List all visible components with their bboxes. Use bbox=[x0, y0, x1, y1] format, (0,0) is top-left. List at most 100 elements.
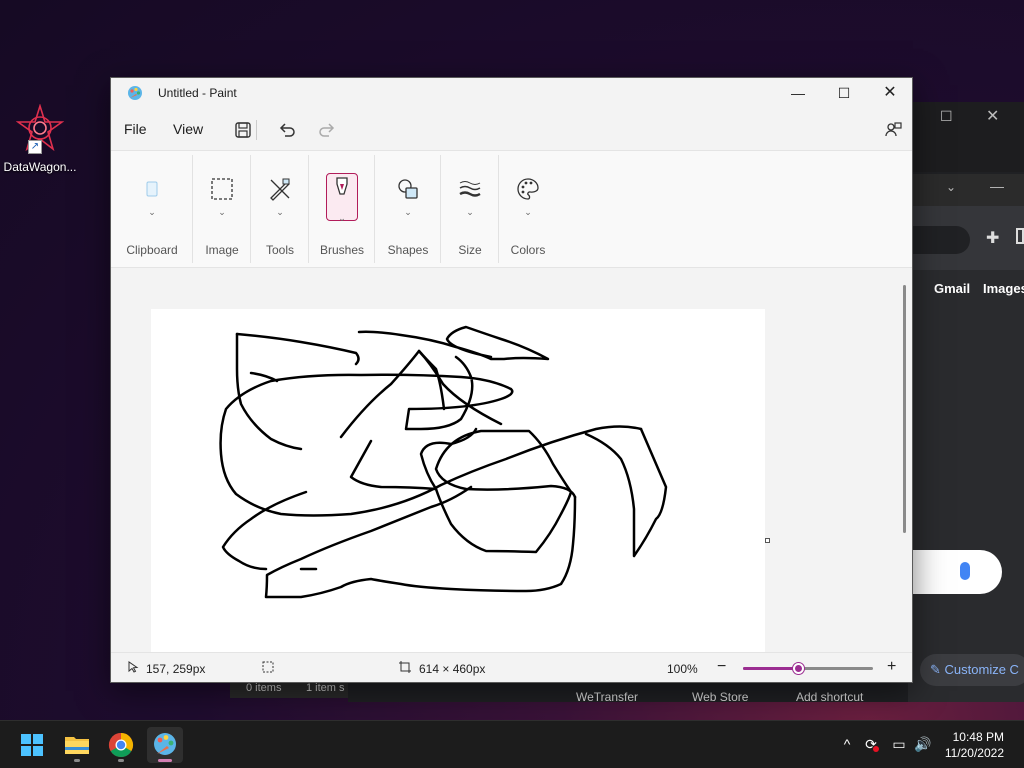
zoom-slider-fill bbox=[743, 667, 798, 670]
drawing-canvas[interactable] bbox=[151, 309, 765, 652]
browser-titlebar: ☐ ✕ bbox=[906, 102, 1024, 172]
menubar-divider bbox=[256, 120, 257, 140]
paint-titlebar[interactable]: Untitled - Paint — ☐ ✕ bbox=[111, 78, 912, 108]
zoom-out-button[interactable]: − bbox=[717, 658, 726, 676]
system-clock[interactable]: 10:48 PM 11/20/2022 bbox=[945, 729, 1004, 761]
start-button[interactable] bbox=[14, 727, 50, 763]
shapes-group[interactable]: ⌄ Shapes bbox=[375, 151, 441, 269]
extensions-puzzle-icon[interactable]: ✚ bbox=[986, 228, 999, 248]
clipboard-label: Clipboard bbox=[126, 243, 178, 257]
image-group[interactable]: ⌄ Image bbox=[193, 151, 251, 269]
maximize-icon[interactable]: ☐ bbox=[940, 108, 953, 125]
redo-icon[interactable] bbox=[317, 120, 337, 140]
brush-icon bbox=[336, 177, 348, 195]
notification-badge bbox=[873, 746, 879, 752]
volume-icon[interactable]: 🔊 bbox=[914, 735, 932, 753]
maximize-button[interactable]: ☐ bbox=[821, 78, 867, 108]
size-label: Size bbox=[458, 243, 482, 257]
canvas-size-icon bbox=[399, 661, 411, 673]
zoom-level: 100% bbox=[667, 662, 698, 676]
undo-icon[interactable] bbox=[277, 120, 297, 140]
microphone-icon[interactable] bbox=[960, 562, 970, 580]
shapes-icon bbox=[398, 179, 418, 199]
zoom-slider-thumb[interactable] bbox=[792, 663, 804, 674]
tools-group[interactable]: ⌄ Tools bbox=[251, 151, 309, 269]
canvas-resize-handle[interactable] bbox=[765, 538, 770, 543]
cursor-pointer-icon bbox=[128, 661, 139, 673]
clipboard-icon bbox=[146, 181, 158, 197]
paint-window[interactable]: Untitled - Paint — ☐ ✕ File View ⌄ Clipb… bbox=[110, 77, 913, 683]
google-search-box[interactable] bbox=[900, 550, 1002, 594]
customize-label: Customize C bbox=[944, 662, 1019, 677]
chevron-down-icon[interactable]: ⌄ bbox=[946, 180, 956, 194]
color-palette-icon bbox=[517, 178, 539, 200]
images-link[interactable]: Images bbox=[983, 281, 1024, 296]
paint-icon bbox=[154, 733, 176, 755]
chevron-down-icon: ⌄ bbox=[218, 207, 226, 217]
desktop-icon-label: DataWagon... bbox=[3, 160, 77, 174]
account-settings-icon[interactable] bbox=[883, 120, 903, 140]
zoom-slider[interactable] bbox=[743, 663, 873, 674]
shortcut-add[interactable]: Add shortcut bbox=[796, 690, 863, 704]
maximize-icon: ☐ bbox=[837, 85, 851, 101]
chevron-down-icon: ⌄ bbox=[524, 207, 532, 217]
vertical-scrollbar[interactable] bbox=[903, 285, 906, 533]
background-browser-window[interactable]: ☐ ✕ ⌄ — ✚ Gmail Images ✎ Customize C bbox=[896, 102, 1024, 702]
items-count: 0 items bbox=[246, 682, 282, 694]
customize-button[interactable]: ✎ Customize C bbox=[920, 654, 1024, 686]
clock-time: 10:48 PM bbox=[952, 730, 1004, 744]
close-icon[interactable]: ✕ bbox=[986, 106, 999, 126]
network-icon[interactable]: ▭ bbox=[890, 735, 908, 753]
clipboard-group[interactable]: ⌄ Clipboard bbox=[111, 151, 193, 269]
file-explorer-statusbar: 0 items 1 item s bbox=[230, 682, 348, 698]
size-group[interactable]: ⌄ Size bbox=[441, 151, 499, 269]
selection-count: 1 item s bbox=[306, 682, 345, 694]
window-title: Untitled - Paint bbox=[158, 86, 237, 100]
paint-menubar: File View bbox=[111, 110, 912, 148]
brushes-label: Brushes bbox=[319, 243, 365, 257]
datawagon-app-icon: ↗ bbox=[15, 103, 65, 154]
gmail-link[interactable]: Gmail bbox=[934, 281, 970, 296]
tools-pencil-icon bbox=[270, 178, 290, 201]
browser-content bbox=[906, 270, 1024, 702]
chevron-up-icon[interactable]: ^ bbox=[838, 735, 856, 753]
brushes-group[interactable]: ⌄ Brushes bbox=[309, 151, 375, 269]
taskbar-chrome[interactable] bbox=[103, 727, 139, 763]
pencil-icon: ✎ bbox=[930, 662, 941, 677]
minimize-icon[interactable]: — bbox=[990, 178, 1004, 194]
menu-file[interactable]: File bbox=[124, 121, 147, 137]
freehand-drawing bbox=[219, 325, 668, 599]
cursor-position: 157, 259px bbox=[146, 662, 206, 676]
running-indicator bbox=[74, 759, 80, 762]
paint-ribbon: ⌄ Clipboard ⌄ Image ⌄ Tools ⌄ Brushes ⌄ … bbox=[111, 150, 912, 268]
taskbar-file-explorer[interactable] bbox=[59, 727, 95, 763]
chevron-down-icon: ⌄ bbox=[466, 207, 474, 217]
colors-label: Colors bbox=[510, 243, 546, 257]
save-icon[interactable] bbox=[233, 120, 253, 140]
shortcut-arrow-icon: ↗ bbox=[28, 140, 42, 154]
folder-icon bbox=[65, 737, 89, 754]
side-panel-icon[interactable] bbox=[1016, 228, 1024, 244]
shortcut-web-store[interactable]: Web Store bbox=[692, 690, 748, 704]
menu-view[interactable]: View bbox=[173, 121, 203, 137]
tools-label: Tools bbox=[265, 243, 294, 257]
browser-shortcuts-row: WeTransfer Web Store Add shortcut bbox=[348, 682, 908, 704]
selection-size-icon bbox=[262, 661, 274, 673]
taskbar: ^ ⟳ ▭ 🔊 10:48 PM 11/20/2022 bbox=[0, 720, 1024, 768]
desktop-shortcut-datawagon[interactable]: ↗ DataWagon... bbox=[2, 103, 78, 174]
colors-group[interactable]: ⌄ Colors bbox=[499, 151, 557, 269]
minimize-button[interactable]: — bbox=[775, 78, 821, 108]
chevron-down-icon: ⌄ bbox=[338, 213, 346, 223]
zoom-in-button[interactable]: + bbox=[887, 658, 896, 676]
running-indicator bbox=[118, 759, 124, 762]
paint-workspace[interactable] bbox=[111, 269, 912, 652]
shortcut-wetransfer[interactable]: WeTransfer bbox=[576, 690, 638, 704]
taskbar-paint[interactable] bbox=[147, 727, 183, 763]
chrome-icon bbox=[108, 733, 134, 758]
chevron-down-icon: ⌄ bbox=[148, 207, 156, 217]
line-size-icon bbox=[459, 181, 481, 197]
chevron-down-icon: ⌄ bbox=[276, 207, 284, 217]
shapes-label: Shapes bbox=[387, 243, 429, 257]
close-button[interactable]: ✕ bbox=[867, 78, 913, 108]
image-label: Image bbox=[205, 243, 239, 257]
